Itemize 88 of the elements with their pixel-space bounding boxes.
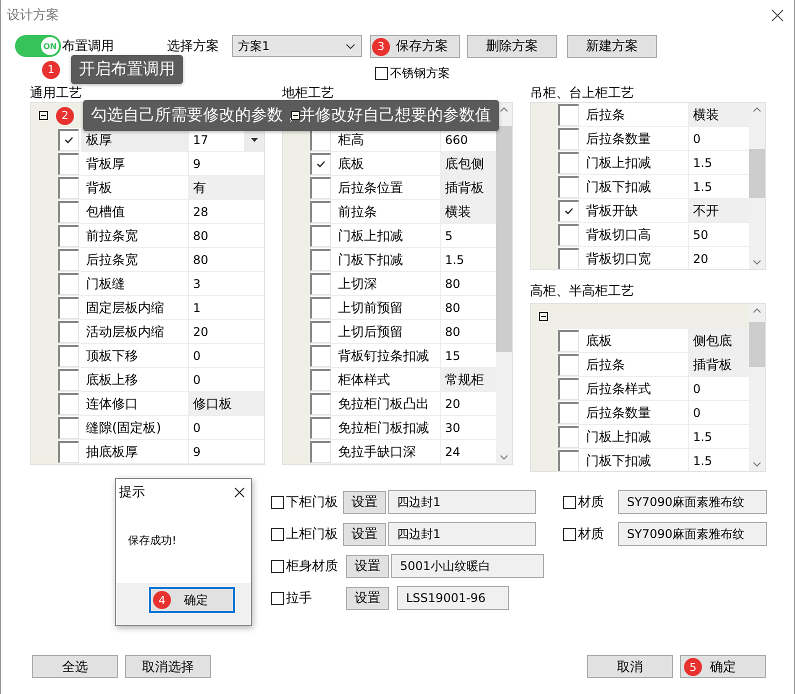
footer-button[interactable]: 取消 [587, 655, 673, 678]
property-name: 底板上移 [81, 368, 189, 392]
value-choice[interactable]: 横装 [441, 200, 496, 224]
step-badge: 3 [372, 38, 390, 56]
property-name: 后拉条数量 [581, 401, 689, 425]
value-choice[interactable]: 插背板 [441, 176, 496, 200]
property-name: 抽底板厚 [81, 440, 189, 464]
value-field[interactable]: 四边封1 [388, 522, 536, 546]
footer-button[interactable]: 取消选择 [125, 655, 211, 678]
property-name: 顶板下移 [81, 344, 189, 368]
property-name: 门板上扣减 [333, 224, 441, 248]
settings-button[interactable]: 设置 [343, 490, 386, 514]
value-choice[interactable]: 侧包底 [689, 329, 749, 353]
checkbox-label: 拉手 [286, 590, 313, 607]
checkbox-label: 不锈钢方案 [390, 64, 450, 82]
scheme-button[interactable]: 删除方案 [467, 34, 557, 58]
toggle-label: 布置调用 [62, 38, 115, 55]
property-name: 上切前预留 [333, 296, 441, 320]
section-title: 吊柜、台上柜工艺 [530, 85, 634, 102]
property-name: 免拉手缺口深 [333, 440, 441, 464]
value-choice[interactable]: 有 [189, 176, 264, 200]
scheme-button[interactable]: 新建方案 [567, 34, 657, 58]
value-field[interactable]: LSS19001-96 [397, 586, 509, 610]
settings-button[interactable]: 设置 [346, 554, 389, 578]
property-name: 门板下扣减 [581, 449, 689, 471]
value-field[interactable]: 20 [189, 320, 264, 344]
value-field[interactable]: 0 [189, 416, 264, 440]
property-name: 固定层板内缩 [81, 296, 189, 320]
property-name: 活动层板内缩 [81, 320, 189, 344]
value-choice[interactable]: 横装 [689, 103, 749, 127]
value-field[interactable]: 80 [189, 224, 264, 248]
property-name: 门板上扣减 [581, 151, 689, 175]
property-name: 上切后预留 [333, 320, 441, 344]
footer-button[interactable]: 5 确定 [680, 655, 766, 678]
checkbox-label: 材质 [578, 494, 605, 511]
value-field[interactable]: 80 [189, 248, 264, 272]
window-title: 设计方案 [7, 7, 59, 24]
property-name: 门板下扣减 [333, 248, 441, 272]
value-field[interactable]: SY7090麻面素雅布纹 [618, 522, 767, 546]
property-name: 免拉柜门板扣减 [333, 416, 441, 440]
value-field[interactable]: 9 [189, 440, 264, 464]
property-name: 缝隙(固定板) [81, 416, 189, 440]
property-name: 背板切口宽 [581, 247, 689, 269]
property-name: 免拉柜门板凸出 [333, 392, 441, 416]
property-name: 包槽值 [81, 200, 189, 224]
step-badge: 4 [153, 591, 171, 609]
step-badge: 1 [42, 60, 60, 78]
ok-button[interactable]: 4 确定 [149, 587, 235, 613]
section-title: 高柜、半高柜工艺 [530, 283, 634, 300]
checkbox-label: 柜身材质 [286, 558, 339, 575]
property-name: 门板下扣减 [581, 175, 689, 199]
property-name: 背板切口高 [581, 223, 689, 247]
value-field[interactable]: 5001小山纹暖白 [391, 554, 544, 578]
property-name: 后拉条样式 [581, 377, 689, 401]
section-title: 通用工艺 [30, 85, 82, 102]
property-name: 门板缝 [81, 272, 189, 296]
checkbox-label: 下柜门板 [286, 494, 339, 511]
value-choice[interactable]: 常规柜 [441, 368, 496, 392]
step-badge: 5 [684, 658, 702, 676]
footer-button[interactable]: 全选 [32, 655, 118, 678]
value-field[interactable]: 28 [189, 200, 264, 224]
scheme-dropdown[interactable]: 方案1 [232, 35, 362, 57]
scheme-button[interactable]: 3 保存方案 [370, 34, 460, 58]
property-name: 上切深 [333, 272, 441, 296]
value-choice[interactable]: 底包侧 [441, 152, 496, 176]
property-name: 门板上扣减 [581, 425, 689, 449]
property-name: 前拉条宽 [81, 224, 189, 248]
value-field[interactable]: 0 [189, 344, 264, 368]
checkbox-label: 材质 [578, 526, 605, 543]
property-name: 背板厚 [81, 152, 189, 176]
checkbox-label: 上柜门板 [286, 526, 339, 543]
scheme-label: 选择方案 [167, 38, 220, 55]
property-name: 背板钉拉条扣减 [333, 344, 441, 368]
settings-button[interactable]: 设置 [343, 522, 386, 546]
tooltip: 开启布置调用 [71, 55, 183, 84]
settings-button[interactable]: 设置 [346, 586, 389, 610]
value-field[interactable]: 四边封1 [388, 490, 536, 514]
value-choice[interactable]: 不开 [689, 199, 749, 223]
dialog-title: 提示 [119, 484, 145, 501]
property-name: 后拉条数量 [581, 127, 689, 151]
value-field[interactable]: 1 [189, 296, 264, 320]
value-choice[interactable]: 插背板 [689, 353, 749, 377]
section-title: 地柜工艺 [282, 85, 334, 102]
value-field[interactable]: SY7090麻面素雅布纹 [618, 490, 767, 514]
value-choice[interactable]: 修口板 [189, 392, 264, 416]
property-name: 后拉条宽 [81, 248, 189, 272]
value-field[interactable]: 3 [189, 272, 264, 296]
dialog-message: 保存成功! [127, 533, 178, 549]
